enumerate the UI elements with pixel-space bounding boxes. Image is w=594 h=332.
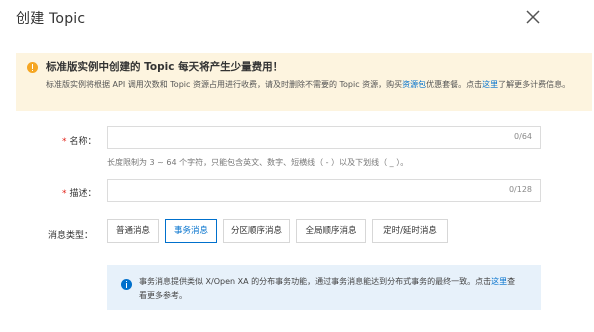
warning-body: 标准版实例将根据 API 调用次数和 Topic 资源占用进行收费，请及时删除不…	[46, 78, 582, 92]
required-mark: *	[62, 137, 67, 147]
info-body: 事务消息提供类似 X/Open XA 的分布事务功能，通过事务消息能达到分布式事…	[139, 275, 519, 303]
warning-text-2: 优惠套餐。点击	[426, 80, 483, 89]
warning-text-3: 了解更多计费信息。	[498, 80, 571, 89]
type-normal-button[interactable]: 普通消息	[107, 219, 159, 243]
warning-title: 标准版实例中创建的 Topic 每天将产生少量费用！	[46, 61, 284, 73]
description-input[interactable]	[108, 180, 488, 201]
info-banner: 事务消息提供类似 X/Open XA 的分布事务功能，通过事务消息能达到分布式事…	[107, 265, 541, 310]
type-partition-order-button[interactable]: 分区顺序消息	[223, 219, 290, 243]
warning-text-1: 标准版实例将根据 API 调用次数和 Topic 资源占用进行收费，请及时删除不…	[46, 80, 403, 89]
description-counter: 0/128	[508, 185, 532, 194]
name-label: * 名称：	[62, 134, 97, 147]
resource-package-link[interactable]: 资源包	[402, 80, 426, 89]
type-transaction-button[interactable]: 事务消息	[165, 219, 217, 243]
pricing-here-link[interactable]: 这里	[482, 80, 498, 89]
name-hint: 长度限制为 3 ~ 64 个字符，只能包含英文、数字、短横线（ - ）以及下划线…	[107, 158, 409, 167]
description-label-text: 描述：	[69, 189, 97, 199]
name-label-text: 名称：	[69, 137, 97, 147]
name-input[interactable]	[108, 127, 488, 148]
message-type-label: 消息类型：	[48, 231, 94, 241]
type-global-order-button[interactable]: 全局顺序消息	[296, 219, 366, 243]
dialog-header: 创建 Topic	[0, 0, 594, 34]
required-mark: *	[62, 189, 67, 199]
type-scheduled-button[interactable]: 定时/延时消息	[372, 219, 448, 243]
info-icon	[121, 279, 132, 290]
close-button[interactable]	[522, 6, 544, 28]
name-field[interactable]: 0/64	[107, 126, 541, 149]
close-icon[interactable]	[522, 6, 544, 28]
name-counter: 0/64	[514, 132, 532, 141]
warning-icon	[27, 62, 38, 73]
info-here-link[interactable]: 这里	[491, 277, 507, 286]
dialog-title: 创建 Topic	[16, 11, 86, 27]
warning-banner: 标准版实例中创建的 Topic 每天将产生少量费用！ 标准版实例将根据 API …	[16, 53, 592, 111]
description-label: * 描述：	[62, 186, 97, 199]
info-text-1: 事务消息提供类似 X/Open XA 的分布事务功能，通过事务消息能达到分布式事…	[139, 277, 492, 286]
description-field[interactable]: 0/128	[107, 179, 541, 202]
